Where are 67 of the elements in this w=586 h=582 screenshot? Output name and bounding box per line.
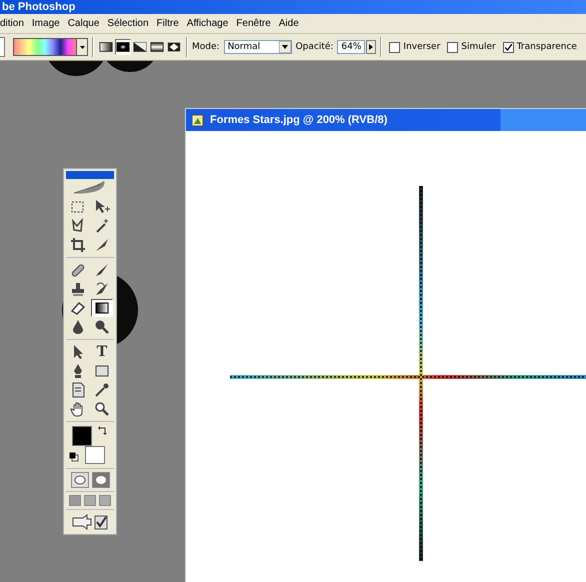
zoom-icon — [94, 401, 110, 417]
menu-item[interactable]: Affichage — [182, 18, 232, 29]
lasso-icon — [70, 218, 86, 234]
diamond-gradient-icon — [167, 40, 181, 54]
foreground-color-swatch[interactable] — [72, 426, 92, 446]
marquee-icon — [70, 199, 86, 215]
jump-to-icon[interactable] — [71, 513, 109, 531]
rectangle-icon — [94, 363, 110, 379]
type-tool[interactable]: T — [91, 343, 113, 361]
note-icon — [70, 382, 86, 398]
gradient-type-button[interactable] — [149, 39, 165, 55]
menu-item[interactable]: Filtre — [152, 18, 183, 29]
opacity-label: Opacité: — [296, 42, 334, 52]
stamp-icon — [70, 281, 86, 297]
history-brush-icon — [94, 281, 110, 297]
toolbox-title-bar — [66, 171, 114, 179]
menu-item[interactable]: Image — [28, 18, 64, 29]
checkbox[interactable] — [389, 42, 400, 52]
gradient-swatch — [14, 39, 76, 55]
mode-dropdown[interactable]: Normal — [224, 40, 292, 54]
magic-wand-icon — [94, 218, 110, 234]
checkbox-label: Simuler — [461, 42, 496, 52]
linear-gradient-icon — [99, 40, 113, 54]
checkbox[interactable] — [502, 42, 514, 52]
gradient-type-button[interactable] — [98, 39, 114, 55]
menu-item[interactable]: Fenêtre — [232, 18, 275, 29]
menu-item[interactable]: dition — [0, 18, 28, 29]
menu-item[interactable]: Calque — [64, 18, 104, 29]
caret-icon — [278, 41, 291, 53]
move-icon — [94, 199, 110, 215]
mode-label: Mode: — [192, 42, 220, 52]
standard-mode-button[interactable] — [70, 472, 88, 488]
drop-icon — [70, 319, 86, 335]
check-icon — [504, 44, 512, 50]
crop-icon — [70, 237, 86, 253]
checkbox-label: Transparence — [516, 42, 577, 52]
gradient-tool[interactable] — [91, 299, 113, 317]
document-title: Formes Stars.jpg @ 200% (RVB/8) — [210, 114, 388, 126]
gradient-icon — [94, 300, 110, 316]
reflected-gradient-icon — [150, 40, 164, 54]
burn-icon — [94, 319, 110, 335]
tool-preset-picker[interactable] — [0, 37, 5, 57]
menu-item[interactable]: Aide — [274, 18, 303, 29]
caret-icon — [80, 46, 84, 48]
caret-icon — [369, 44, 374, 50]
gradient-type-button[interactable] — [132, 39, 148, 55]
background-color-swatch[interactable] — [85, 446, 105, 464]
angle-gradient-icon — [133, 40, 147, 54]
swap-arrow-icon[interactable] — [98, 425, 108, 435]
eraser-icon — [70, 300, 86, 316]
document-icon — [191, 113, 205, 127]
gradient-picker[interactable] — [13, 38, 88, 56]
window-title: be Photoshop — [1, 1, 76, 13]
menu-item[interactable]: Sélection — [103, 18, 153, 29]
circle-icon — [74, 475, 86, 485]
checkbox-label: Inverser — [403, 42, 440, 52]
knife-icon — [94, 237, 110, 253]
eyedropper-icon — [94, 382, 110, 398]
brush-icon — [94, 262, 110, 278]
circle-icon — [94, 475, 106, 485]
quick-mask-button[interactable] — [92, 472, 110, 488]
default-colors-icon[interactable] — [69, 452, 79, 462]
checkbox[interactable] — [447, 42, 458, 52]
opacity-field[interactable]: 64% — [337, 40, 366, 54]
radial-gradient-icon — [116, 40, 130, 54]
gradient-type-button[interactable] — [115, 39, 131, 55]
opacity-slider-button[interactable] — [366, 40, 376, 54]
